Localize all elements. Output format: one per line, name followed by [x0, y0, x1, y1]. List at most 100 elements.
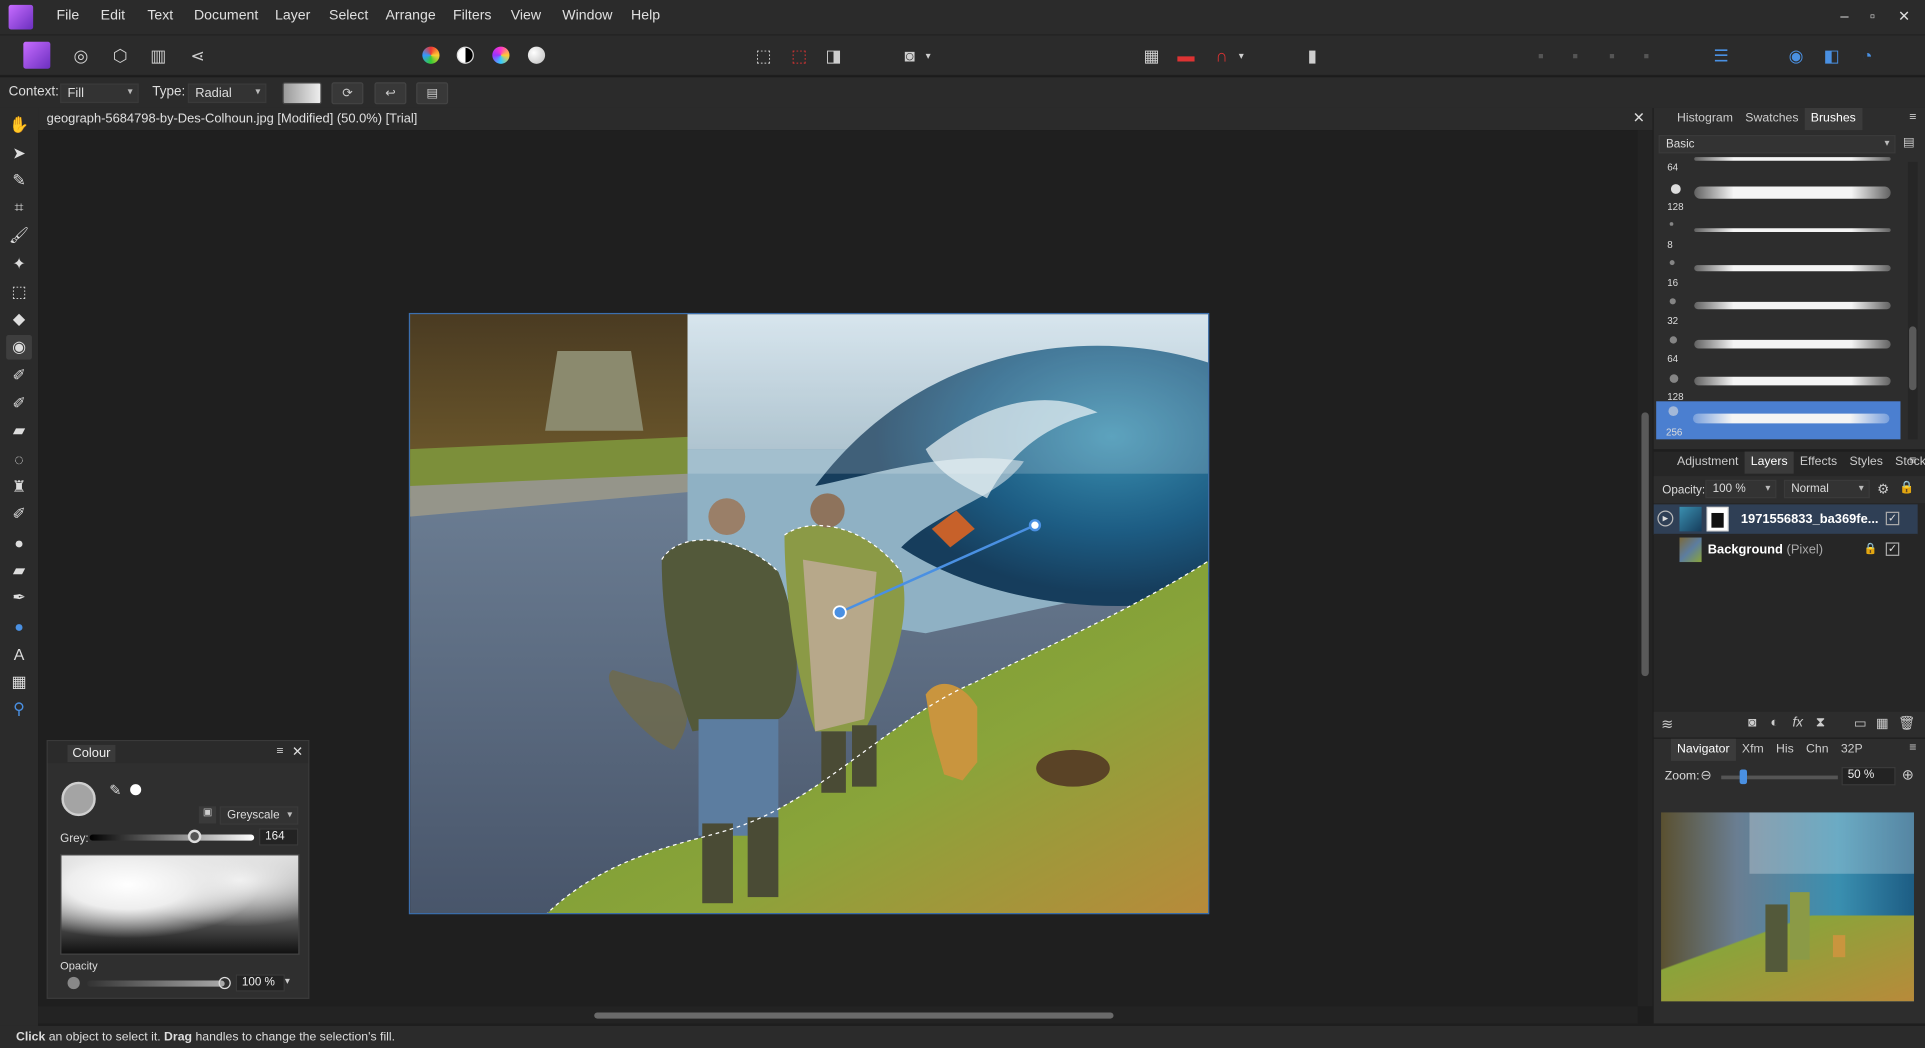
brush-item-selected[interactable]: 256 — [1656, 401, 1901, 440]
develop-persona-icon[interactable]: ⬡ — [107, 42, 134, 69]
marquee-tool-icon[interactable]: ⬚ — [6, 280, 32, 305]
assistant-icon[interactable]: ▮ — [1299, 42, 1326, 69]
folder-icon[interactable]: ▭ — [1854, 715, 1867, 732]
menu-filters[interactable]: Filters — [453, 9, 491, 24]
tab-channels[interactable]: Chn — [1800, 739, 1835, 761]
layer-opacity-field[interactable]: 100 % ▾ — [1705, 479, 1777, 499]
tab-32p[interactable]: 32P — [1835, 739, 1869, 761]
invert-selection-icon[interactable]: ◨ — [820, 42, 847, 69]
mask-layer-icon[interactable]: ◙ — [1748, 715, 1756, 730]
tab-effects[interactable]: Effects — [1794, 452, 1844, 474]
flood-fill-tool-icon[interactable]: ◆ — [6, 307, 32, 332]
menu-help[interactable]: Help — [631, 9, 660, 24]
horizontal-scroll-thumb[interactable] — [594, 1012, 1114, 1019]
menu-text[interactable]: Text — [147, 9, 173, 24]
photo-persona-icon[interactable] — [23, 41, 51, 69]
tab-transform[interactable]: Xfm — [1736, 739, 1770, 761]
boolean-add-icon[interactable]: ◉ — [1783, 42, 1810, 69]
tab-swatches[interactable]: Swatches — [1739, 108, 1805, 130]
tab-brushes[interactable]: Brushes — [1804, 107, 1862, 131]
tab-histogram[interactable]: Histogram — [1671, 108, 1739, 130]
brush-list-view-icon[interactable]: ▤ — [1903, 136, 1915, 149]
layer-name[interactable]: Background (Pixel) — [1708, 542, 1823, 557]
brush-item[interactable]: 64 — [1657, 331, 1899, 369]
brush-item[interactable]: 32 — [1657, 293, 1899, 331]
horizontal-scrollbar[interactable] — [38, 1006, 1638, 1024]
brush-item[interactable]: 128 — [1657, 179, 1899, 217]
crop-tool-icon[interactable]: ⌗ — [6, 195, 32, 220]
layer-name[interactable]: 1971556833_ba369fe... — [1741, 512, 1879, 527]
artistic-text-tool-icon[interactable]: A — [6, 642, 32, 667]
menu-arrange[interactable]: Arrange — [385, 9, 435, 24]
layer-row[interactable]: Background (Pixel) 🔒 ✓ — [1653, 535, 1918, 566]
zoom-slider-handle[interactable] — [1739, 769, 1748, 785]
colour-spectrum[interactable] — [60, 854, 300, 955]
boolean-subtract-icon[interactable]: ◧ — [1818, 42, 1845, 69]
lock-icon[interactable]: 🔒 — [1864, 542, 1878, 555]
maximize-button[interactable]: ▫ — [1870, 7, 1875, 24]
menu-layer[interactable]: Layer — [275, 9, 310, 24]
menu-document[interactable]: Document — [194, 9, 258, 24]
color-replacement-tool-icon[interactable]: ✐ — [6, 391, 32, 416]
chevron-down-icon[interactable]: ▾ — [285, 976, 290, 987]
dodge-brush-tool-icon[interactable]: ◌ — [6, 447, 32, 472]
layer-row[interactable]: ▸ 1971556833_ba369fe... ✓ — [1653, 504, 1918, 536]
gradient-swatch[interactable] — [282, 82, 322, 105]
paint-brush-tool-icon[interactable]: ✐ — [6, 363, 32, 388]
zoom-out-icon[interactable]: ⊖ — [1700, 767, 1711, 783]
fx-icon[interactable]: fx — [1792, 715, 1803, 730]
stroke-colour-well[interactable] — [130, 784, 142, 796]
tab-stock[interactable]: Stock — [1889, 452, 1925, 474]
deselect-icon[interactable]: ⬚ — [786, 42, 813, 69]
expand-layer-icon[interactable]: ▸ — [1657, 510, 1674, 527]
quick-mask-icon[interactable]: ◙ — [896, 42, 923, 69]
auto-levels-icon[interactable] — [417, 42, 444, 69]
brush-item[interactable]: 16 — [1657, 255, 1899, 293]
live-filter-icon[interactable]: ⧗ — [1816, 715, 1825, 731]
document-tab[interactable]: geograph-5684798-by-Des-Colhoun.jpg [Mod… — [38, 107, 1653, 131]
gradient-end-handle[interactable] — [1028, 519, 1042, 532]
brush-item[interactable]: 8 — [1657, 217, 1899, 255]
menu-edit[interactable]: Edit — [101, 9, 125, 24]
panel-menu-icon[interactable]: ≡ — [1909, 110, 1916, 123]
grid-icon[interactable]: ▦ — [1138, 42, 1165, 69]
layers-stack-icon[interactable]: ≋ — [1661, 715, 1673, 732]
panel-menu-icon[interactable]: ≡ — [276, 745, 283, 758]
selection-brush-tool-icon[interactable]: 🖌 — [6, 223, 32, 248]
rotate-gradient-icon[interactable]: ↩ — [374, 82, 407, 105]
grey-slider[interactable] — [89, 834, 255, 841]
opacity-value-field[interactable]: 100 % — [235, 974, 285, 992]
type-dropdown[interactable]: Radial ▾ — [187, 83, 267, 104]
zoom-value-field[interactable]: 50 % — [1841, 767, 1896, 786]
export-persona-icon[interactable]: ⋖ — [184, 42, 211, 69]
tab-styles[interactable]: Styles — [1843, 452, 1889, 474]
layer-visibility-checkbox[interactable]: ✓ — [1885, 511, 1900, 526]
grey-slider-handle[interactable] — [187, 829, 202, 844]
close-window-button[interactable]: ✕ — [1898, 7, 1910, 24]
tab-adjustment[interactable]: Adjustment — [1671, 452, 1745, 474]
gradient-settings-icon[interactable]: ▤ — [416, 82, 449, 105]
gear-icon[interactable]: ⚙ — [1877, 481, 1889, 497]
color-picker-tool-icon[interactable]: ✎ — [6, 168, 32, 193]
auto-colours-icon[interactable] — [487, 42, 514, 69]
brushes-scrollbar[interactable] — [1907, 161, 1918, 440]
fill-colour-well[interactable] — [61, 781, 96, 817]
auto-white-balance-icon[interactable] — [523, 42, 550, 69]
auto-contrast-icon[interactable] — [452, 42, 479, 69]
erase-brush-tool-icon[interactable]: ▰ — [6, 418, 32, 443]
close-document-icon[interactable]: ✕ — [1633, 109, 1645, 126]
align-icon[interactable]: ☰ — [1708, 42, 1735, 69]
add-layer-icon[interactable]: ▦ — [1876, 715, 1889, 732]
menu-window[interactable]: Window — [562, 9, 612, 24]
trash-icon[interactable]: 🗑 — [1898, 715, 1915, 732]
adjustment-layer-icon[interactable]: ◐ — [1770, 715, 1778, 730]
clone-brush-tool-icon[interactable]: ♜ — [6, 475, 32, 500]
tab-history[interactable]: His — [1770, 739, 1800, 761]
zoom-tool-icon[interactable]: ⚲ — [6, 697, 32, 722]
blend-mode-dropdown[interactable]: Normal ▾ — [1783, 479, 1870, 499]
context-dropdown[interactable]: Fill ▾ — [60, 83, 139, 104]
close-panel-icon[interactable]: ✕ — [292, 744, 303, 760]
show-grid-icon[interactable]: ▬ — [1172, 42, 1199, 69]
red-eye-tool-icon[interactable]: ▰ — [6, 558, 32, 583]
lock-icon[interactable]: 🔒 — [1899, 481, 1914, 494]
